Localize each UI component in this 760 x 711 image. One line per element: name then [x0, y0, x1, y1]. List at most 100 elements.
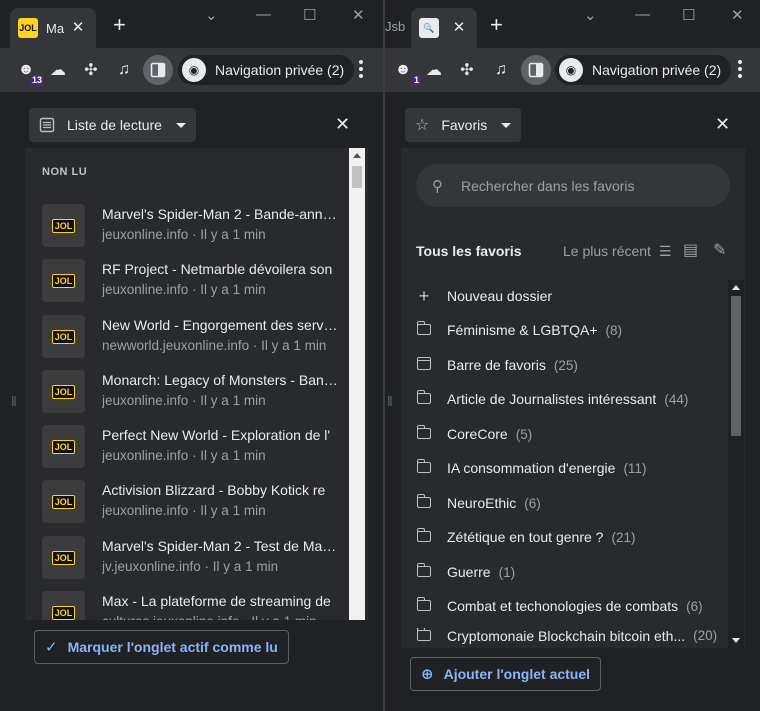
extension-ghost-icon[interactable]: ☻ 1: [391, 58, 421, 86]
close-window-button[interactable]: ✕: [352, 6, 365, 24]
reading-list-panel: Liste de lecture ✕ NON LU JOL Marvel's S…: [25, 104, 368, 684]
close-panel-button[interactable]: ✕: [335, 114, 350, 135]
extension-mask-icon[interactable]: ☁: [46, 58, 70, 82]
view-toggle-icon[interactable]: ▤: [683, 240, 698, 260]
folder-count: (20): [693, 628, 718, 643]
folder-icon: [416, 596, 432, 615]
list-item[interactable]: JOL Activision Blizzard - Bobby Kotick r…: [42, 478, 342, 524]
folder-name: Zététique en tout genre ?: [447, 529, 604, 545]
item-meta: jeuxonline.info · Il y a 1 min: [102, 448, 266, 463]
bookmarks-scrollbar[interactable]: [728, 280, 744, 648]
list-item[interactable]: JOL Perfect New World - Exploration de l…: [42, 423, 342, 469]
list-item[interactable]: JOL Monarch: Legacy of Monsters - Bande …: [42, 368, 342, 414]
item-meta: jv.jeuxonline.info · Il y a 1 min: [102, 559, 279, 574]
incognito-profile-button[interactable]: ◉ Navigation privée (2): [178, 55, 355, 85]
bookmark-folder-item[interactable]: NeuroEthic (6): [416, 490, 726, 516]
new-tab-button[interactable]: +: [113, 14, 126, 36]
folder-count: (6): [686, 598, 703, 614]
item-title: Monarch: Legacy of Monsters - Bande: [102, 372, 338, 388]
jol-thumbnail-icon: JOL: [42, 259, 85, 302]
bookmark-folder-item[interactable]: CoreCore (5): [416, 421, 726, 447]
browser-menu-button[interactable]: [358, 60, 364, 78]
folder-name: Cryptomonaie Blockchain bitcoin eth...: [447, 628, 686, 644]
panel-selector-dropdown[interactable]: Liste de lecture: [29, 108, 196, 142]
incognito-profile-button[interactable]: ◉ Navigation privée (2): [555, 55, 732, 85]
scroll-up-icon[interactable]: [732, 285, 740, 290]
tab-close-icon[interactable]: ✕: [68, 18, 88, 36]
panel-header: Liste de lecture ✕: [25, 104, 368, 148]
maximize-button[interactable]: ☐: [682, 6, 695, 24]
resize-handle-icon[interactable]: ‖: [387, 393, 393, 409]
panel-selector-dropdown[interactable]: ☆ Favoris: [405, 108, 522, 142]
maximize-button[interactable]: ☐: [303, 6, 316, 24]
search-placeholder: Rechercher dans les favoris: [461, 177, 635, 194]
bookmark-folder-item[interactable]: Zététique en tout genre ? (21): [416, 524, 726, 550]
extension-mask-icon[interactable]: ☁: [422, 58, 446, 82]
mark-read-button[interactable]: ✓ Marquer l'onglet actif comme lu: [34, 630, 289, 664]
folder-name: Article de Journalistes intéressant: [447, 391, 657, 407]
extension-badge: 13: [29, 75, 44, 86]
close-window-button[interactable]: ✕: [731, 6, 744, 24]
new-folder-button[interactable]: + Nouveau dossier: [416, 283, 726, 309]
list-item[interactable]: JOL Marvel's Spider-Man 2 - Test de Marv…: [42, 534, 342, 580]
item-meta: jeuxonline.info · Il y a 1 min: [102, 227, 266, 242]
resize-handle-icon[interactable]: ‖: [11, 393, 17, 409]
bookmarks-panel: ☆ Favoris ✕ ⚲ Rechercher dans les favori…: [401, 104, 745, 700]
search-favicon-icon: 🔍: [419, 18, 439, 38]
media-control-icon[interactable]: ♫: [489, 58, 513, 82]
reading-list-scrollbar[interactable]: [349, 148, 365, 640]
minimize-button[interactable]: —: [256, 6, 271, 23]
mark-read-label: Marquer l'onglet actif comme lu: [67, 639, 278, 655]
bookmark-folder-item[interactable]: IA consommation d'energie (11): [416, 455, 726, 481]
sort-icon: ☰: [658, 243, 672, 259]
media-control-icon[interactable]: ♫: [112, 58, 136, 82]
plus-icon: +: [418, 285, 430, 306]
folder-count: (25): [553, 357, 578, 373]
scroll-up-icon[interactable]: [353, 153, 361, 158]
extensions-puzzle-icon[interactable]: ✣: [79, 58, 103, 82]
side-panel-icon: [150, 62, 166, 78]
extensions-puzzle-icon[interactable]: ✣: [455, 58, 479, 82]
folder-name: Guerre: [447, 564, 491, 580]
tab-search-chevron-icon[interactable]: ⌄: [205, 6, 218, 24]
folder-name: NeuroEthic: [447, 495, 517, 511]
edit-pencil-icon[interactable]: ✎: [713, 240, 726, 260]
tab-strip: Jsb 🔍 ✕ + ⌄ — ☐ ✕: [385, 0, 760, 48]
close-panel-button[interactable]: ✕: [715, 114, 730, 135]
new-tab-button[interactable]: +: [490, 14, 503, 36]
partial-tab-title[interactable]: Jsb: [385, 19, 405, 34]
bookmark-folder-item[interactable]: Combat et techonologies de combats (6): [416, 593, 726, 619]
bookmark-folder-item[interactable]: Féminisme & LGBTQA+ (8): [416, 317, 726, 343]
scrollbar-thumb[interactable]: [731, 296, 741, 436]
tab-close-icon[interactable]: ✕: [449, 18, 469, 36]
minimize-button[interactable]: —: [635, 6, 650, 23]
folder-name: Féminisme & LGBTQA+: [447, 322, 598, 338]
bookmark-folder-item[interactable]: Barre de favoris (25): [416, 352, 726, 378]
scroll-down-icon[interactable]: [732, 638, 740, 643]
tab-search[interactable]: 🔍 ✕: [411, 8, 477, 48]
folder-count: (44): [664, 391, 689, 407]
side-panel-button[interactable]: [143, 55, 173, 85]
folder-name: CoreCore: [447, 426, 508, 442]
sort-button[interactable]: Le plus récent ☰: [563, 243, 671, 260]
extension-ghost-icon[interactable]: ☻ 13: [14, 58, 44, 86]
add-current-tab-button[interactable]: ⊕ Ajouter l'onglet actuel: [410, 657, 602, 691]
incognito-label: Navigation privée (2): [592, 62, 722, 78]
tab-search-chevron-icon[interactable]: ⌄: [584, 6, 597, 24]
side-panel-button[interactable]: [521, 55, 551, 85]
jol-thumbnail-icon: JOL: [42, 536, 85, 579]
bookmark-folder-item[interactable]: Guerre (1): [416, 559, 726, 585]
list-item[interactable]: JOL New World - Engorgement des serveurs…: [42, 313, 342, 359]
browser-menu-button[interactable]: [737, 60, 743, 78]
tab-jeuxonline[interactable]: JOL Ma ✕: [10, 8, 96, 48]
scrollbar-thumb[interactable]: [352, 166, 362, 188]
jol-thumbnail-icon: JOL: [42, 425, 85, 468]
folder-count: (1): [498, 564, 516, 580]
list-item[interactable]: JOL Marvel's Spider-Man 2 - Bande-annonc…: [42, 202, 342, 248]
checkmark-icon: ✓: [45, 639, 58, 656]
toolbar: ☻ 1 ☁ ✣ ♫ ◉ Navigation privée (2): [385, 48, 760, 92]
list-item[interactable]: JOL RF Project - Netmarble dévoilera son…: [42, 257, 342, 303]
bookmark-folder-item[interactable]: Article de Journalistes intéressant (44): [416, 386, 726, 412]
bookmarks-search-input[interactable]: ⚲ Rechercher dans les favoris: [416, 164, 730, 207]
bookmark-folder-item[interactable]: Cryptomonaie Blockchain bitcoin eth... (…: [416, 628, 726, 648]
